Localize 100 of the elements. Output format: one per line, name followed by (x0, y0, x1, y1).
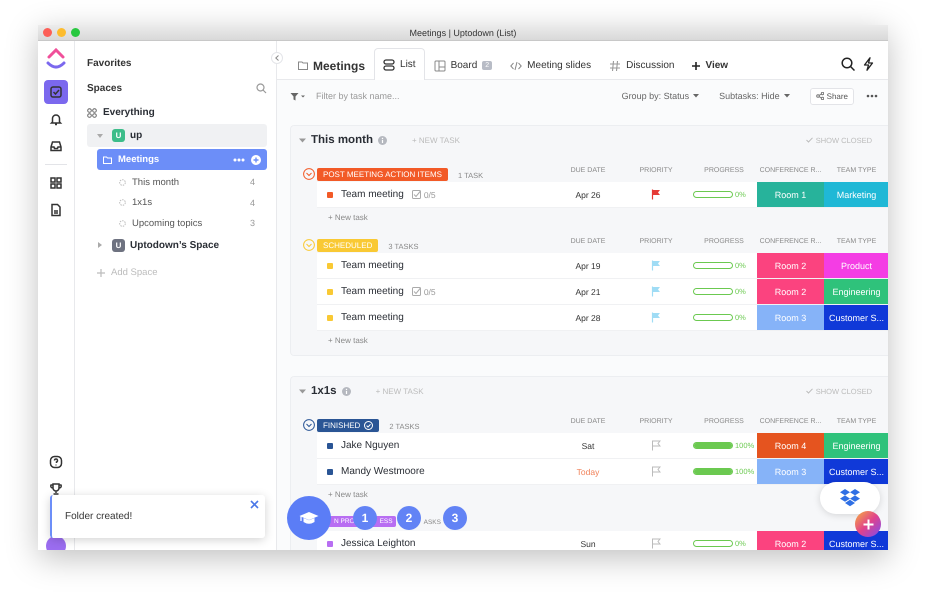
chevron-left-icon (275, 55, 279, 61)
caret-down-icon (299, 138, 306, 142)
group-by-dropdown[interactable]: Group by: Status (614, 91, 708, 101)
list-icon (383, 58, 396, 70)
list-title: 1x1s (311, 385, 337, 397)
plus-icon (692, 62, 700, 70)
filter-icon (290, 92, 306, 100)
item-count: 3 (250, 218, 255, 228)
space-avatar: U (112, 238, 125, 252)
due-date: Sat (582, 440, 594, 450)
status-label: SCHEDULED (317, 239, 378, 252)
room-cell: Room 1 (757, 182, 824, 207)
more-icon (866, 94, 878, 98)
hash-icon (609, 60, 622, 72)
favorites-heading[interactable]: Favorites (87, 58, 132, 69)
task-name[interactable]: Mandy Westmoore (341, 466, 425, 477)
check-icon (806, 137, 813, 143)
list-item[interactable]: 1x1s 4 (87, 192, 267, 213)
list-item[interactable]: This month 4 (87, 172, 267, 192)
task-name[interactable]: Team meeting (341, 286, 404, 297)
team-type-cell: Customer S... (824, 305, 888, 330)
progress-bar (693, 468, 733, 475)
task-name[interactable]: Jessica Leighton (341, 538, 416, 549)
search-icon (256, 83, 267, 94)
toast-message: Folder created! (65, 511, 132, 522)
task-name[interactable]: Jake Nguyen (341, 440, 400, 451)
sidebar-nav-button[interactable] (44, 80, 68, 104)
more-icon (233, 158, 245, 162)
document-icon (49, 203, 63, 217)
caret-down-icon (784, 94, 790, 98)
checkbox-icon (412, 287, 421, 296)
team-type-cell: Marketing (824, 182, 888, 207)
filter-field[interactable]: Filter by task name... (310, 91, 460, 101)
board-icon (434, 60, 446, 72)
subtask-count: 0/5 (412, 286, 436, 296)
team-type-cell: Engineering (824, 279, 888, 304)
room-cell: Room 2 (757, 253, 824, 278)
info-icon (378, 136, 387, 144)
lightning-icon (863, 57, 874, 71)
due-date: Apr 19 (575, 260, 601, 270)
trophy-icon (49, 482, 63, 496)
window-title: Meetings | Uptodown (List) (410, 28, 516, 38)
subtask-count: 0/5 (412, 190, 436, 200)
due-date: Apr 21 (575, 286, 601, 296)
room-cell: Room 2 (757, 531, 824, 550)
info-icon (342, 386, 351, 396)
progress-bar (693, 442, 733, 449)
item-count: 4 (250, 198, 255, 208)
room-cell: Room 3 (757, 459, 824, 484)
caret-down-icon (97, 132, 103, 138)
plus-icon (97, 268, 105, 276)
room-cell: Room 4 (757, 433, 824, 458)
search-icon (841, 57, 855, 71)
team-type-cell: Engineering (824, 433, 888, 458)
close-icon (250, 500, 259, 509)
room-cell: Room 2 (757, 279, 824, 304)
due-date: Today (576, 466, 600, 476)
collapse-toggle-icon (303, 168, 315, 180)
folder-icon (298, 61, 308, 70)
space-avatar: U (112, 129, 125, 142)
avatar[interactable] (46, 536, 66, 550)
checkbox-icon (412, 190, 421, 199)
check-icon (806, 388, 813, 394)
caret-right-icon (97, 242, 103, 248)
task-name[interactable]: Team meeting (341, 312, 404, 323)
check-circle-icon (364, 421, 374, 430)
bell-icon (49, 112, 63, 126)
team-type-cell: Product (824, 253, 888, 278)
item-count: 4 (250, 177, 255, 188)
graduation-cap-icon (299, 511, 319, 525)
view-tab[interactable]: List (374, 48, 425, 80)
subtasks-dropdown[interactable]: Subtasks: Hide (711, 91, 798, 101)
collapse-sidebar-button[interactable] (271, 52, 283, 64)
code-icon (510, 60, 522, 72)
space-item[interactable]: U up (87, 124, 267, 147)
everything-item[interactable]: Everything (103, 107, 155, 118)
view-tab[interactable]: Discussion (600, 50, 684, 80)
dotted-circle-icon (119, 199, 126, 206)
spaces-heading: Spaces (87, 83, 122, 94)
due-date: Sun (580, 538, 596, 548)
add-icon (251, 154, 261, 164)
add-view-button[interactable]: View (683, 50, 738, 80)
dotted-circle-icon (119, 220, 126, 227)
dropbox-icon (839, 488, 861, 508)
plus-icon (862, 518, 874, 530)
collapse-toggle-icon (303, 239, 315, 251)
room-cell: Room 3 (757, 305, 824, 330)
task-name[interactable]: Team meeting (341, 189, 404, 200)
view-tab[interactable]: Meeting slides (501, 50, 600, 80)
dotted-circle-icon (119, 178, 126, 186)
list-title: This month (311, 134, 373, 146)
grid-icon (87, 108, 97, 118)
list-item[interactable]: Upcoming topics 3 (87, 213, 267, 234)
folder-title: Meetings (297, 50, 374, 80)
caret-down-icon (693, 94, 700, 98)
task-name[interactable]: Team meeting (341, 260, 404, 271)
due-date: Apr 28 (575, 312, 601, 322)
grid-icon (49, 176, 63, 190)
share-button[interactable]: Share (810, 88, 854, 104)
space-item[interactable]: U Uptodown’s Space (87, 234, 267, 256)
